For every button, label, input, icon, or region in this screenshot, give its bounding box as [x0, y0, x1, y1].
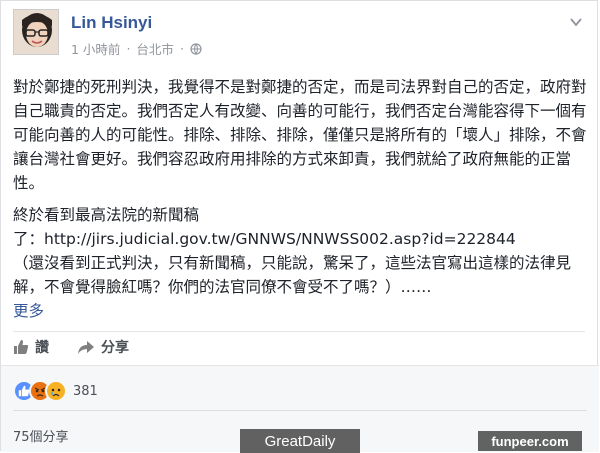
- share-button[interactable]: 分享: [77, 337, 129, 357]
- post-card: Lin Hsinyi 1 小時前 · 台北市 · 對於鄭捷的死刑判決，我覺得不是…: [0, 0, 599, 452]
- reactions-divider: [13, 410, 587, 411]
- like-label: 讚: [35, 340, 49, 356]
- like-button[interactable]: 讚: [13, 337, 49, 357]
- post-location[interactable]: 台北市: [136, 39, 174, 58]
- funpeer-watermark: funpeer.com: [478, 431, 582, 451]
- post-time[interactable]: 1 小時前: [71, 39, 120, 58]
- post-paragraph-1: 對於鄭捷的死刑判決，我覺得不是對鄭捷的否定，而是司法界對自己的否定，政府對自己職…: [13, 78, 587, 192]
- chevron-down-icon[interactable]: [569, 15, 583, 29]
- share-count[interactable]: 75個分享: [13, 426, 69, 445]
- sad-icon: [45, 380, 67, 402]
- reaction-count: 381: [73, 383, 98, 399]
- post-paragraph-2-title: 終於看到最高法院的新聞稿: [13, 206, 200, 224]
- post-paragraph-2-body: （還沒看到正式判決，只有新聞稿，只能說，驚呆了，這些法官寫出這樣的法律見解，不會…: [13, 254, 572, 296]
- author-name[interactable]: Lin Hsinyi: [71, 13, 152, 33]
- post-link[interactable]: http://jirs.judicial.gov.tw/GNNWS/NNWSS0…: [44, 230, 516, 248]
- see-more-link[interactable]: 更多: [13, 299, 44, 323]
- greatdaily-watermark: GreatDaily: [240, 429, 360, 453]
- avatar-photo: [14, 10, 58, 54]
- share-arrow-icon: [78, 341, 94, 354]
- globe-icon[interactable]: [190, 42, 202, 55]
- share-label: 分享: [101, 340, 129, 356]
- meta-separator-2: ·: [179, 41, 184, 56]
- avatar[interactable]: [13, 9, 59, 55]
- post-link-prefix: 了：: [13, 230, 45, 248]
- post-paragraph-2: 終於看到最高法院的新聞稿 了：http://jirs.judicial.gov.…: [13, 203, 587, 323]
- thumbs-up-icon: [14, 340, 29, 354]
- action-bar: 讚 分享: [13, 337, 129, 357]
- actions-top-divider: [13, 331, 585, 332]
- post-meta: 1 小時前 · 台北市 ·: [71, 39, 202, 58]
- meta-separator: ·: [126, 41, 131, 56]
- post-body: 對於鄭捷的死刑判決，我覺得不是對鄭捷的否定，而是司法界對自己的否定，政府對自己職…: [13, 75, 587, 323]
- reaction-summary[interactable]: 381: [13, 380, 98, 402]
